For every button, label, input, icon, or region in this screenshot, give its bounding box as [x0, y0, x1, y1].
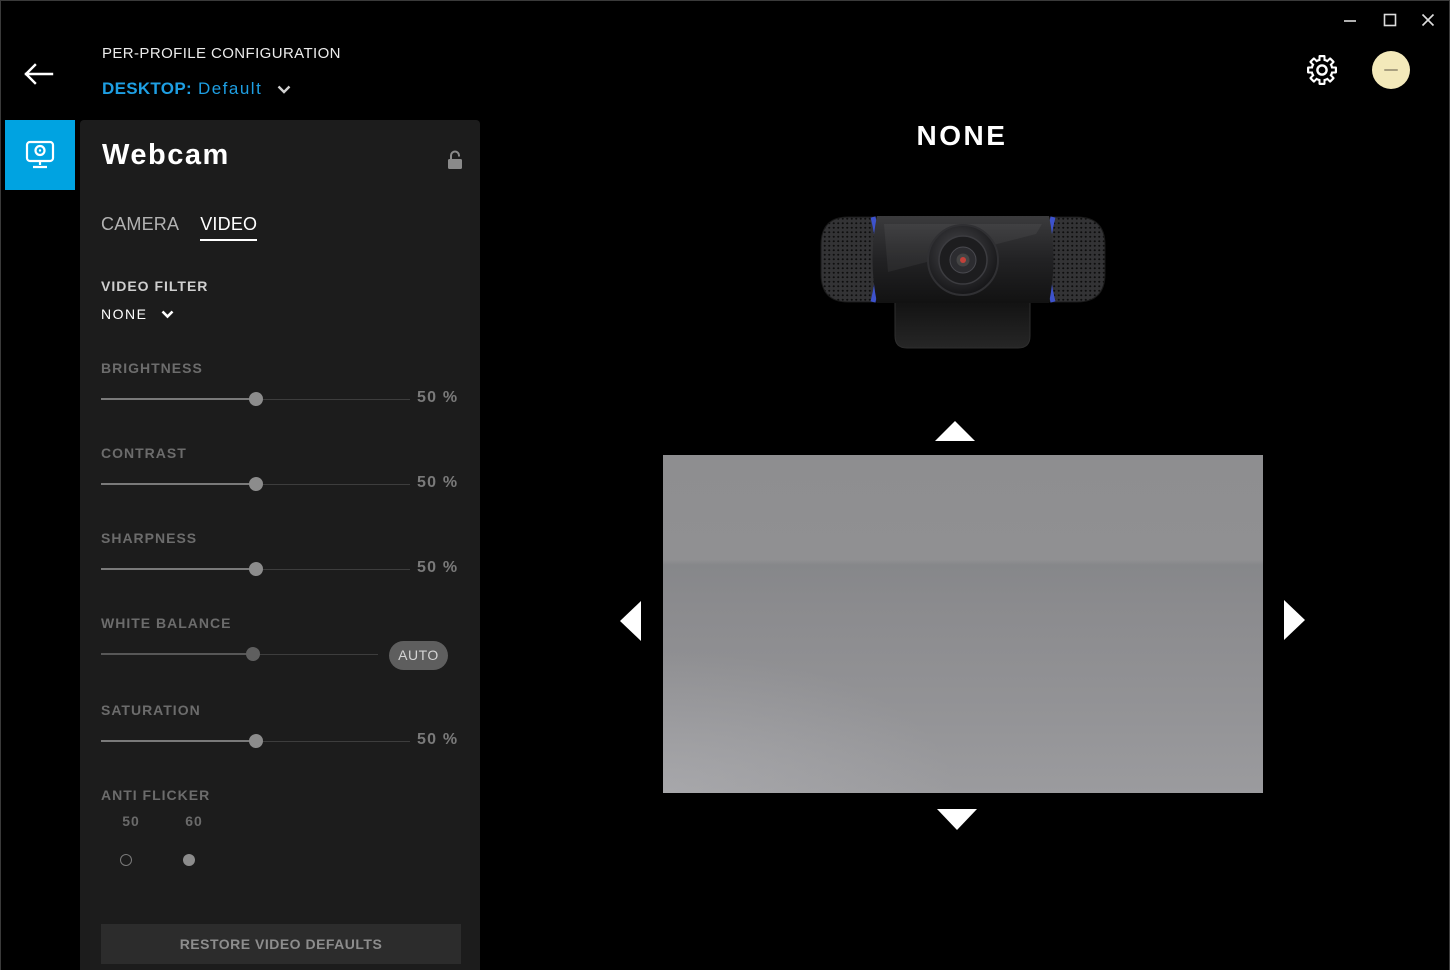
saturation-label: SATURATION — [101, 702, 201, 718]
sharpness-label: SHARPNESS — [101, 530, 198, 546]
close-button[interactable] — [1416, 9, 1440, 31]
minimize-icon — [1344, 20, 1356, 22]
contrast-control: CONTRAST 50 % — [101, 445, 461, 497]
slider-thumb[interactable] — [248, 392, 263, 406]
webcam-left-grill — [820, 216, 877, 303]
profile-value: Default — [197, 79, 263, 98]
anti-flicker-radio-50[interactable] — [120, 854, 132, 866]
slider-fill — [101, 568, 256, 570]
profile-selector[interactable]: DESKTOP: Default — [102, 79, 291, 99]
filter-title: NONE — [916, 120, 1008, 151]
back-arrow-icon — [24, 63, 54, 85]
sharpness-slider[interactable] — [101, 562, 410, 576]
tab-bar: CAMERA VIDEO — [101, 213, 258, 241]
arrow-up-icon — [935, 421, 975, 441]
brightness-slider[interactable] — [101, 392, 410, 406]
slider-thumb[interactable] — [248, 734, 263, 748]
contrast-value: 50 % — [417, 474, 459, 491]
pan-left-button[interactable] — [620, 601, 641, 641]
saturation-control: SATURATION 50 % — [101, 702, 461, 754]
brightness-label: BRIGHTNESS — [101, 360, 203, 376]
profile-label: DESKTOP: — [102, 79, 192, 98]
unlocked-padlock-icon — [448, 150, 462, 169]
tab-camera[interactable]: CAMERA — [101, 213, 179, 241]
maximize-icon — [1383, 13, 1397, 27]
sharpness-control: SHARPNESS 50 % — [101, 530, 461, 582]
pan-up-button[interactable] — [935, 421, 975, 441]
anti-flicker-label: ANTI FLICKER — [101, 787, 211, 803]
slider-fill — [101, 653, 254, 655]
back-button[interactable] — [20, 58, 60, 90]
white-balance-control: WHITE BALANCE AUTO — [101, 615, 461, 670]
white-balance-slider[interactable] — [101, 647, 378, 661]
close-icon — [1421, 13, 1435, 27]
slider-thumb[interactable] — [248, 562, 263, 576]
anti-flicker-option-50-label: 50 — [122, 813, 140, 829]
pan-right-button[interactable] — [1284, 600, 1305, 640]
sidebar-item-webcam[interactable] — [5, 120, 75, 190]
video-preview — [663, 455, 1263, 793]
slider-thumb[interactable] — [248, 477, 263, 491]
video-filter-dropdown[interactable]: NONE — [101, 306, 174, 322]
anti-flicker-radio-60[interactable] — [183, 854, 195, 866]
webcam-right-grill — [1049, 216, 1106, 303]
lock-toggle[interactable] — [446, 150, 464, 170]
slider-fill — [101, 398, 256, 400]
pan-down-button[interactable] — [937, 809, 977, 830]
saturation-value: 50 % — [417, 731, 459, 748]
brightness-control: BRIGHTNESS 50 % — [101, 360, 461, 412]
tab-video[interactable]: VIDEO — [200, 213, 258, 241]
contrast-slider[interactable] — [101, 477, 410, 491]
white-balance-auto-toggle[interactable]: AUTO — [389, 641, 448, 670]
user-avatar[interactable] — [1372, 51, 1410, 89]
avatar-logo — [1384, 69, 1398, 71]
section-title: PER-PROFILE CONFIGURATION — [102, 45, 341, 62]
arrow-left-icon — [620, 601, 641, 641]
sharpness-value: 50 % — [417, 559, 459, 576]
webcam-product-image — [820, 216, 1106, 349]
webcam-icon — [25, 140, 55, 169]
video-filter-value: NONE — [101, 306, 148, 322]
contrast-label: CONTRAST — [101, 445, 187, 461]
chevron-down-icon — [277, 85, 291, 94]
slider-fill — [101, 483, 256, 485]
arrow-right-icon — [1284, 600, 1305, 640]
maximize-button[interactable] — [1378, 9, 1402, 31]
webcam-stand — [894, 297, 1031, 349]
device-title: Webcam — [102, 139, 230, 171]
device-settings-panel: Webcam CAMERA VIDEO VIDEO FILTER NONE BR… — [80, 120, 480, 970]
settings-button[interactable] — [1304, 52, 1340, 88]
chevron-down-icon — [162, 310, 174, 318]
restore-video-defaults-button[interactable]: RESTORE VIDEO DEFAULTS — [101, 924, 461, 964]
brightness-value: 50 % — [417, 389, 459, 406]
slider-fill — [101, 740, 256, 742]
saturation-slider[interactable] — [101, 734, 410, 748]
gear-icon — [1307, 55, 1337, 85]
anti-flicker-option-60-label: 60 — [185, 813, 203, 829]
minimize-button[interactable] — [1338, 9, 1362, 31]
video-filter-label: VIDEO FILTER — [101, 278, 209, 294]
slider-thumb[interactable] — [246, 647, 261, 661]
arrow-down-icon — [937, 809, 977, 830]
white-balance-label: WHITE BALANCE — [101, 615, 232, 631]
